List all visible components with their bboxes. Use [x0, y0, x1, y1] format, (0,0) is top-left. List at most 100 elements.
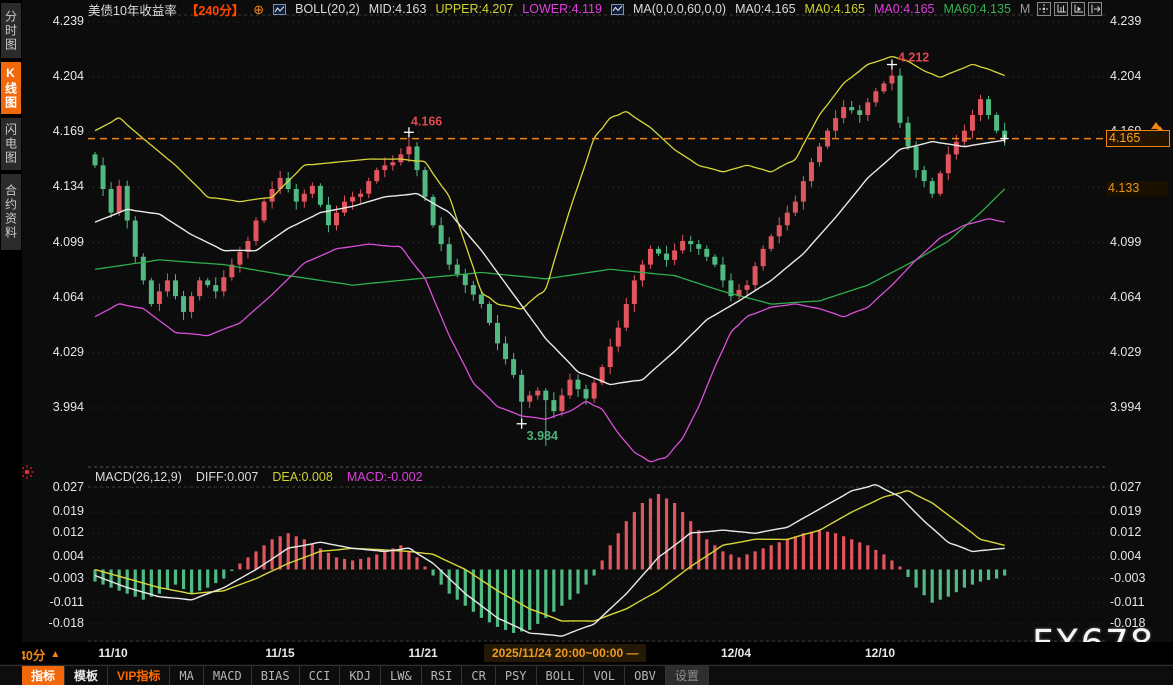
candle-body: [809, 162, 814, 181]
sidebar-item-tab-time-chart[interactable]: 分时图: [1, 3, 21, 58]
ma-legend: MA(0,0,0,60,0,0): [633, 2, 726, 16]
candle-body: [704, 249, 709, 257]
candle-body: [559, 395, 564, 411]
macd-axis-label: -0.018: [22, 616, 84, 630]
x-axis-tick: 12/10: [865, 646, 895, 660]
period-tag[interactable]: 【240分】: [186, 0, 244, 19]
toolbar-tab-vol[interactable]: VOL: [584, 666, 625, 685]
boll-lower-value: LOWER:4.119: [522, 2, 602, 16]
candle-body: [793, 202, 798, 213]
y-axis-label: 4.029: [1110, 345, 1170, 359]
toolbar-tab-obv[interactable]: OBV: [625, 666, 666, 685]
candle-body: [986, 99, 991, 115]
candle-body: [817, 146, 822, 162]
candle-body: [213, 285, 218, 291]
y-axis-label: 3.994: [22, 400, 84, 414]
toolbar-tab-settings[interactable]: 设置: [666, 666, 709, 685]
candle-body: [857, 110, 862, 115]
candle-body: [777, 225, 782, 236]
chart-canvas[interactable]: 4.1664.2123.984: [0, 0, 1173, 685]
add-indicator-icon[interactable]: ⊕: [253, 3, 264, 16]
candle-body: [439, 225, 444, 244]
candle-body: [608, 347, 613, 367]
candle-body: [849, 107, 854, 110]
x-axis-tick: 12/04: [721, 646, 751, 660]
candle-body: [374, 170, 379, 181]
toolbar-tab-kdj[interactable]: KDJ: [340, 666, 381, 685]
candle-body: [447, 244, 452, 264]
candle-body: [254, 221, 259, 241]
sidebar-item-tab-contract-info[interactable]: 合约资料: [1, 174, 21, 250]
toolbar-tab-cr[interactable]: CR: [462, 666, 495, 685]
candle-body: [237, 252, 242, 265]
x-axis-tick: 11/10: [98, 646, 127, 660]
candle-body: [592, 383, 597, 399]
candle-body: [334, 213, 339, 226]
price-annotation: 3.984: [527, 429, 558, 443]
candle-body: [415, 146, 420, 170]
candle-body: [455, 265, 460, 274]
y-axis-label: 3.994: [1110, 400, 1170, 414]
candle-body: [624, 304, 629, 328]
boll-upper-value: UPPER:4.207: [435, 2, 513, 16]
crosshair-date-label: 2025/11/24 20:00~00:00 —: [484, 644, 646, 662]
macd-header: MACD(26,12,9) DIFF:0.007 DEA:0.008 MACD:…: [95, 468, 423, 485]
candle-body: [173, 280, 178, 296]
candle-body: [101, 165, 106, 189]
candle-body: [680, 241, 685, 250]
toolbar-tab-boll[interactable]: BOLL: [537, 666, 585, 685]
chart-header: 美债10年收益率 【240分】 ⊕ BOLL(20,2) MID:4.163 U…: [88, 1, 1030, 17]
boll-mini-chart-icon: [273, 4, 286, 15]
candle-body: [117, 186, 122, 213]
macd-macd-value: MACD:-0.002: [347, 470, 423, 484]
sidebar-item-tab-lightning-chart[interactable]: 闪电图: [1, 118, 21, 170]
toolbar-tab-macd[interactable]: MACD: [204, 666, 252, 685]
candle-body: [366, 181, 371, 194]
axis-playback-button[interactable]: [1071, 2, 1085, 16]
candle-body: [865, 102, 870, 115]
toolbar-tab-lw[interactable]: LW&: [381, 666, 422, 685]
ma60-line: [95, 189, 1005, 304]
sidebar-item-tab-kline-chart[interactable]: K线图: [1, 62, 21, 114]
candle-body: [221, 277, 226, 291]
candle-body: [745, 285, 750, 290]
candle-body: [785, 213, 790, 226]
boll-lower-line: [95, 219, 1005, 462]
pan-right-button[interactable]: [1088, 2, 1102, 16]
macd-axis-label: 0.027: [1110, 480, 1170, 494]
macd-axis-label: 0.019: [22, 504, 84, 518]
toolbar-tab-psy[interactable]: PSY: [496, 666, 537, 685]
candle-body: [205, 280, 210, 285]
toolbar-tab-indicator[interactable]: 指标: [22, 666, 65, 685]
y-axis-label: 4.099: [1110, 235, 1170, 249]
candle-body: [994, 115, 999, 131]
candle-body: [696, 244, 701, 249]
y-axis-label: 4.099: [22, 235, 84, 249]
candle-body: [954, 142, 959, 155]
price-annotation: 4.212: [898, 51, 929, 65]
y-axis-label: 4.029: [22, 345, 84, 359]
axis-scale-button[interactable]: [1054, 2, 1068, 16]
toolbar-tab-rsi[interactable]: RSI: [422, 666, 463, 685]
candle-body: [720, 265, 725, 281]
toolbar-tab-bias[interactable]: BIAS: [252, 666, 300, 685]
candle-body: [519, 375, 524, 402]
toolbar-tab-ma[interactable]: MA: [170, 666, 203, 685]
candle-body: [648, 249, 653, 265]
macd-diff-value: DIFF:0.007: [196, 470, 259, 484]
toolbar-tab-cci[interactable]: CCI: [300, 666, 341, 685]
y-axis-label: 4.204: [22, 69, 84, 83]
macd-axis-label: 0.004: [22, 549, 84, 563]
macd-axis-label: -0.003: [1110, 571, 1170, 585]
toolbar-tab-template[interactable]: 模板: [65, 666, 108, 685]
macd-axis-label: -0.011: [22, 595, 84, 609]
candle-body: [487, 304, 492, 323]
toolbar-tab-vip-indicator[interactable]: VIP指标: [108, 666, 170, 685]
crosshair-tool-button[interactable]: [1037, 2, 1051, 16]
candle-body: [535, 391, 540, 396]
candle-body: [769, 236, 774, 249]
candle-body: [914, 146, 919, 170]
candle-body: [938, 173, 943, 193]
boll-legend: BOLL(20,2): [295, 2, 360, 16]
candle-body: [898, 76, 903, 123]
